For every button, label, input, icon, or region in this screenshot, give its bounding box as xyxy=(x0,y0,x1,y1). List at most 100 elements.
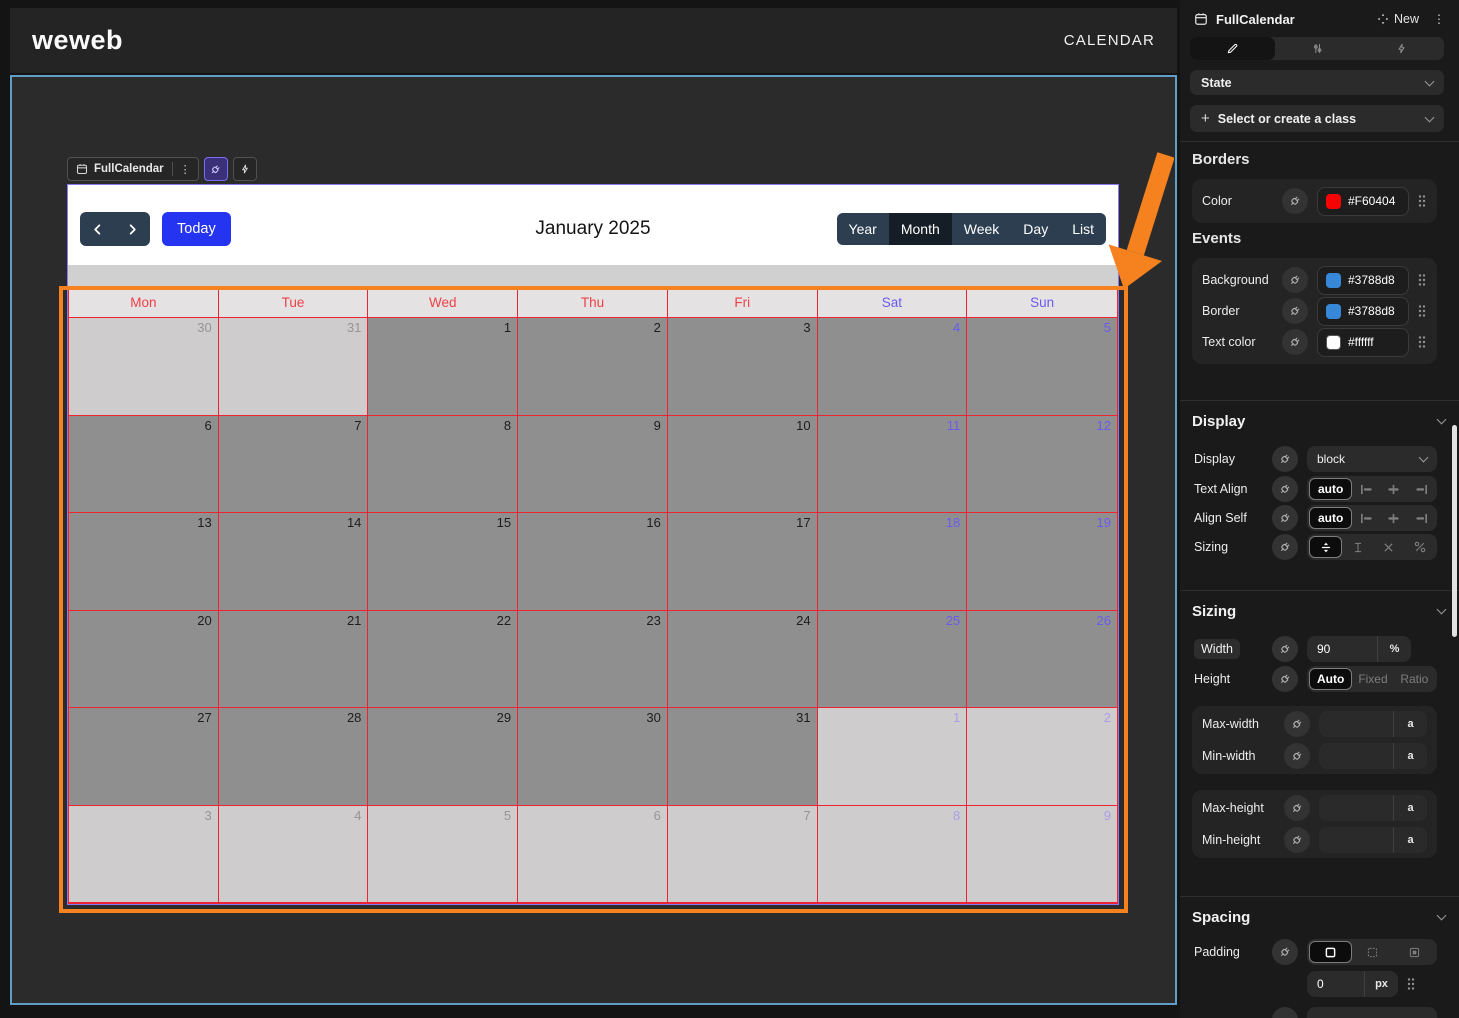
calendar-view-button[interactable]: Year xyxy=(837,213,889,245)
bind-plug-icon[interactable] xyxy=(1272,939,1298,965)
width-input[interactable]: 90 % xyxy=(1307,636,1411,662)
bind-plug-icon[interactable] xyxy=(1272,636,1298,662)
class-selector[interactable]: + Select or create a class xyxy=(1190,105,1444,132)
day-cell[interactable]: 6 xyxy=(69,416,219,514)
day-cell[interactable]: 8 xyxy=(368,416,518,514)
color-value-field[interactable]: #3788d8 xyxy=(1317,266,1409,295)
day-cell[interactable]: 26 xyxy=(967,611,1117,709)
bind-plug-icon[interactable] xyxy=(1272,534,1298,560)
day-cell[interactable]: 16 xyxy=(518,513,668,611)
padding-input[interactable]: 0 px xyxy=(1307,971,1398,997)
day-cell[interactable]: 15 xyxy=(368,513,518,611)
day-cell[interactable]: 23 xyxy=(518,611,668,709)
component-badge[interactable]: FullCalendar ⋮ xyxy=(67,157,199,181)
drag-handle-icon[interactable] xyxy=(1417,194,1427,208)
calendar-view-button[interactable]: List xyxy=(1060,213,1106,245)
day-cell[interactable]: 3 xyxy=(69,806,219,904)
next-button[interactable] xyxy=(115,212,150,246)
bind-plug-icon[interactable] xyxy=(1272,1007,1298,1018)
padding-individual-icon[interactable] xyxy=(1394,941,1435,963)
calendar-view-button[interactable]: Month xyxy=(889,213,952,245)
day-cell[interactable]: 3 xyxy=(668,318,818,416)
day-cell[interactable]: 29 xyxy=(368,708,518,806)
size-input[interactable]: a xyxy=(1319,743,1427,769)
tab-interactions[interactable] xyxy=(1359,37,1444,60)
day-cell[interactable]: 22 xyxy=(368,611,518,709)
color-value-field[interactable]: #3788d8 xyxy=(1317,297,1409,326)
align-center-icon[interactable] xyxy=(1380,478,1408,500)
day-cell[interactable]: 28 xyxy=(219,708,369,806)
align-right-icon[interactable] xyxy=(1407,478,1435,500)
day-cell[interactable]: 24 xyxy=(668,611,818,709)
tab-settings[interactable] xyxy=(1275,37,1360,60)
height-mode-option[interactable]: Auto xyxy=(1309,668,1352,690)
kebab-menu-icon[interactable]: ⋮ xyxy=(177,163,194,176)
day-cell[interactable]: 30 xyxy=(518,708,668,806)
bind-plug-icon[interactable] xyxy=(1284,795,1310,821)
bind-plug-icon[interactable] xyxy=(1272,505,1298,531)
padding-axis-icon[interactable] xyxy=(1352,941,1393,963)
align-self-auto[interactable]: auto xyxy=(1309,507,1352,529)
unit-button[interactable]: a xyxy=(1393,743,1427,769)
day-cell[interactable]: 4 xyxy=(818,318,968,416)
day-cell[interactable]: 5 xyxy=(967,318,1117,416)
day-cell[interactable]: 21 xyxy=(219,611,369,709)
height-mode-option[interactable]: Fixed xyxy=(1352,668,1393,690)
bind-plug-icon[interactable] xyxy=(1282,188,1308,214)
day-cell[interactable]: 31 xyxy=(219,318,369,416)
size-input[interactable]: a xyxy=(1319,827,1427,853)
canvas[interactable]: FullCalendar ⋮ xyxy=(10,75,1177,1005)
day-cell[interactable]: 17 xyxy=(668,513,818,611)
text-align-auto[interactable]: auto xyxy=(1309,478,1352,500)
today-button[interactable]: Today xyxy=(162,212,231,246)
state-selector[interactable]: State xyxy=(1190,70,1444,95)
bind-plug-icon[interactable] xyxy=(1282,329,1308,355)
day-cell[interactable]: 2 xyxy=(518,318,668,416)
day-cell[interactable]: 9 xyxy=(967,806,1117,904)
align-end-icon[interactable] xyxy=(1407,507,1435,529)
clipped-input[interactable] xyxy=(1307,1007,1437,1018)
day-cell[interactable]: 11 xyxy=(818,416,968,514)
padding-unit-button[interactable]: px xyxy=(1364,971,1398,997)
day-cell[interactable]: 30 xyxy=(69,318,219,416)
width-unit-button[interactable]: % xyxy=(1377,636,1411,662)
align-left-icon[interactable] xyxy=(1352,478,1380,500)
drag-handle-icon[interactable] xyxy=(1417,273,1427,287)
day-cell[interactable]: 7 xyxy=(219,416,369,514)
align-start-icon[interactable] xyxy=(1352,507,1380,529)
bind-plug-icon[interactable] xyxy=(1272,446,1298,472)
day-cell[interactable]: 19 xyxy=(967,513,1117,611)
bind-plug-icon[interactable] xyxy=(1282,267,1308,293)
sizing-percent-icon[interactable] xyxy=(1404,536,1435,558)
day-cell[interactable]: 31 xyxy=(668,708,818,806)
drag-handle-icon[interactable] xyxy=(1406,977,1416,991)
bind-plug-button[interactable] xyxy=(204,157,228,181)
day-cell[interactable]: 12 xyxy=(967,416,1117,514)
day-cell[interactable]: 1 xyxy=(368,318,518,416)
bind-plug-icon[interactable] xyxy=(1284,743,1310,769)
align-middle-icon[interactable] xyxy=(1380,507,1408,529)
day-cell[interactable]: 10 xyxy=(668,416,818,514)
interactions-flash-button[interactable] xyxy=(233,157,257,181)
unit-button[interactable]: a xyxy=(1393,795,1427,821)
day-cell[interactable]: 4 xyxy=(219,806,369,904)
color-value-field[interactable]: #ffffff xyxy=(1317,328,1409,357)
size-input[interactable]: a xyxy=(1319,795,1427,821)
day-cell[interactable]: 18 xyxy=(818,513,968,611)
new-button[interactable]: New xyxy=(1377,12,1419,26)
day-cell[interactable]: 7 xyxy=(668,806,818,904)
panel-scrollbar[interactable] xyxy=(1452,425,1457,637)
day-cell[interactable]: 13 xyxy=(69,513,219,611)
padding-uniform-icon[interactable] xyxy=(1309,941,1352,963)
drag-handle-icon[interactable] xyxy=(1417,304,1427,318)
day-cell[interactable]: 20 xyxy=(69,611,219,709)
calendar-view-button[interactable]: Day xyxy=(1011,213,1060,245)
day-cell[interactable]: 27 xyxy=(69,708,219,806)
bind-plug-icon[interactable] xyxy=(1284,827,1310,853)
kebab-menu-icon[interactable]: ⋮ xyxy=(1433,12,1445,26)
bind-plug-icon[interactable] xyxy=(1272,476,1298,502)
bind-plug-icon[interactable] xyxy=(1282,298,1308,324)
sizing-none-icon[interactable] xyxy=(1373,536,1404,558)
display-section-header[interactable]: Display xyxy=(1192,410,1445,432)
drag-handle-icon[interactable] xyxy=(1417,335,1427,349)
